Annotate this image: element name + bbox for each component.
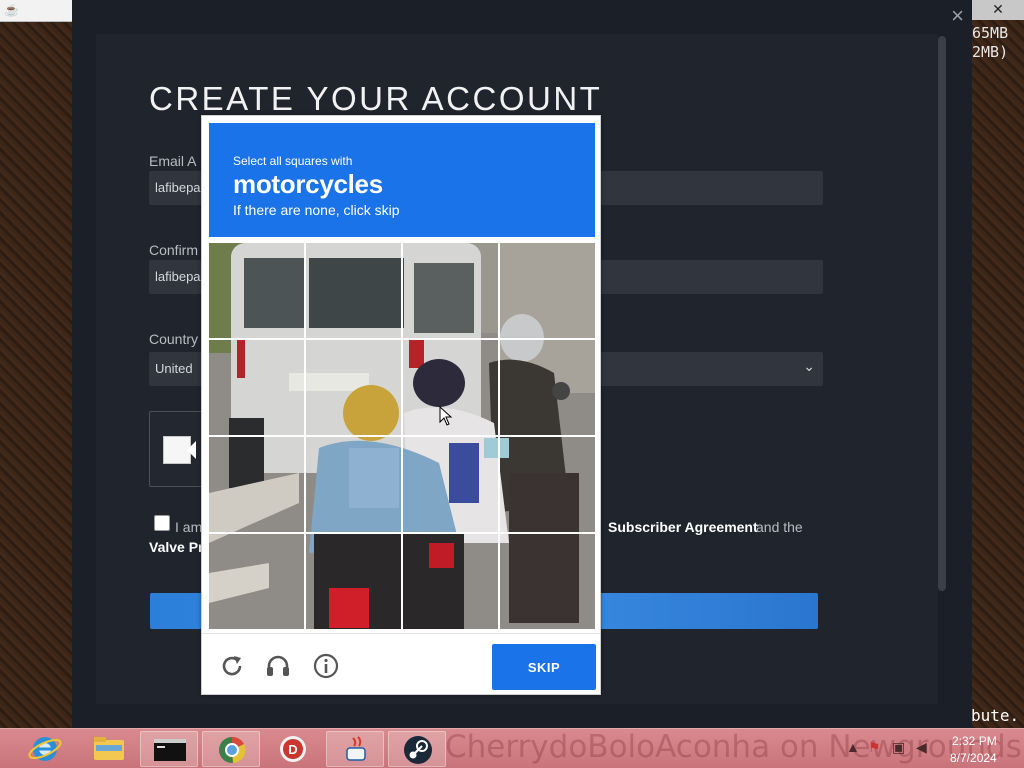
- mouse-cursor-icon: [439, 406, 453, 426]
- folder-icon: [94, 737, 124, 760]
- privacy-policy-link[interactable]: Valve Pr: [149, 539, 204, 555]
- captcha-tile[interactable]: [306, 437, 401, 532]
- skip-button[interactable]: SKIP: [492, 644, 596, 690]
- captcha-challenge: Select all squares with motorcycles If t…: [201, 115, 601, 695]
- mini-java-window[interactable]: ☕: [0, 0, 72, 22]
- captcha-tile[interactable]: [403, 243, 498, 338]
- agree-checkbox[interactable]: [154, 515, 170, 531]
- captcha-target-word: motorcycles: [233, 169, 383, 199]
- system-tray: ▲ ⚑ ▣ ◀: [846, 739, 946, 759]
- java-icon: [346, 736, 366, 761]
- taskbar-explorer-button[interactable]: [80, 731, 138, 767]
- captcha-tile[interactable]: [403, 437, 498, 532]
- memory-overlay: 65MB 2MB): [972, 24, 1024, 62]
- captcha-tile[interactable]: [500, 243, 595, 338]
- captcha-tile[interactable]: [500, 340, 595, 435]
- d-app-icon: D: [280, 736, 306, 762]
- captcha-tile[interactable]: [306, 340, 401, 435]
- captcha-tile[interactable]: [306, 534, 401, 629]
- agree-text-and: and the: [756, 519, 803, 535]
- captcha-tile-grid: [209, 243, 595, 629]
- taskbar-ie-button[interactable]: [16, 731, 74, 767]
- captcha-header: Select all squares with motorcycles If t…: [209, 123, 595, 237]
- taskbar-cmd-button[interactable]: [140, 731, 198, 767]
- steam-close-icon[interactable]: ×: [951, 4, 964, 28]
- captcha-tile[interactable]: [209, 340, 304, 435]
- email-label: Email A: [149, 153, 197, 169]
- captcha-instruction: Select all squares with: [233, 154, 353, 168]
- reload-icon[interactable]: [218, 652, 246, 680]
- country-value: United: [155, 361, 193, 376]
- taskbar-d-app-button[interactable]: D: [264, 731, 322, 767]
- taskbar: CherrydoBoloAconha on Newgrounds. D ▲ ⚑ …: [0, 728, 1024, 768]
- scrollbar[interactable]: [938, 36, 946, 591]
- svg-text:D: D: [288, 742, 297, 757]
- captcha-tile[interactable]: [500, 437, 595, 532]
- tray-expand-icon[interactable]: ▲: [846, 739, 860, 755]
- volume-icon[interactable]: ◀: [916, 739, 927, 756]
- captcha-subtext: If there are none, click skip: [233, 202, 400, 218]
- captcha-tile[interactable]: [209, 534, 304, 629]
- captcha-footer: SKIP: [202, 633, 600, 695]
- command-prompt-icon: [154, 739, 186, 761]
- java-icon: ☕: [4, 3, 19, 17]
- subscriber-agreement-link[interactable]: Subscriber Agreement: [608, 519, 758, 535]
- flag-icon[interactable]: ⚑: [868, 739, 881, 756]
- network-icon[interactable]: ▣: [892, 739, 905, 756]
- captcha-tile[interactable]: [306, 243, 401, 338]
- taskbar-steam-button[interactable]: [388, 731, 446, 767]
- country-label: Country: [149, 331, 199, 347]
- clock-time[interactable]: 2:32 PM: [952, 734, 997, 748]
- recaptcha-widget: [149, 411, 209, 487]
- captcha-tile[interactable]: [403, 534, 498, 629]
- info-icon[interactable]: [312, 652, 340, 680]
- confirm-email-label: Confirm: [149, 242, 199, 258]
- memory-line-1: 65MB: [972, 24, 1009, 42]
- taskbar-java-button[interactable]: [326, 731, 384, 767]
- steam-icon: [404, 736, 432, 764]
- corner-text: bute.: [971, 706, 1020, 725]
- page-title: CREATE YOUR ACCOUNT: [149, 80, 603, 117]
- clock-date[interactable]: 8/7/2024: [950, 751, 997, 765]
- internet-explorer-icon: [28, 737, 62, 761]
- captcha-tile[interactable]: [209, 437, 304, 532]
- captcha-tile[interactable]: [500, 534, 595, 629]
- captcha-tile[interactable]: [209, 243, 304, 338]
- headphones-icon[interactable]: [264, 652, 292, 680]
- chevron-down-icon: ⌄: [803, 358, 815, 374]
- captcha-pointer-arrow: [187, 441, 196, 459]
- taskbar-browser-button[interactable]: [202, 731, 260, 767]
- window-close-button[interactable]: ✕: [972, 0, 1024, 20]
- browser-icon: [219, 736, 246, 763]
- agree-text: I am: [175, 519, 203, 535]
- memory-line-2: 2MB): [972, 43, 1009, 61]
